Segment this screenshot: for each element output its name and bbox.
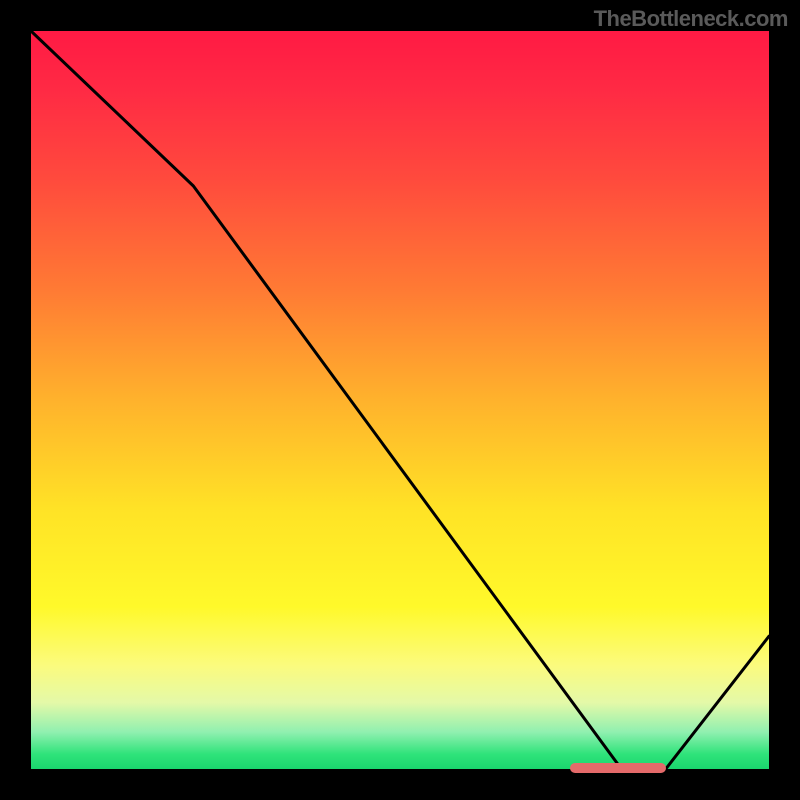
- optimum-range-marker: [570, 763, 666, 773]
- chart-container: TheBottleneck.com: [0, 0, 800, 800]
- plot-background: [31, 31, 769, 769]
- attribution-text: TheBottleneck.com: [594, 6, 788, 32]
